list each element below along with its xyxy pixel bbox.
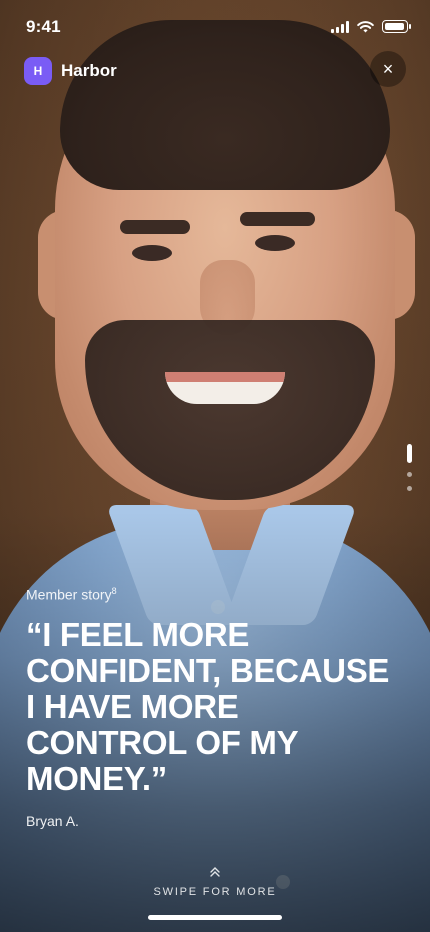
smile-shape xyxy=(165,372,285,404)
app-title: Harbor xyxy=(61,61,117,80)
home-indicator[interactable] xyxy=(148,915,282,920)
signal-icon xyxy=(331,20,349,33)
chevrons-up-icon xyxy=(0,865,430,880)
pager-dot[interactable] xyxy=(407,472,412,477)
brow-right xyxy=(240,212,315,226)
pager-dot[interactable] xyxy=(407,486,412,491)
eye-left xyxy=(132,245,172,261)
close-icon: × xyxy=(382,58,394,79)
story-quote: “I FEEL MORE CONFIDENT, BECAUSE I HAVE M… xyxy=(26,615,390,797)
close-button[interactable]: × xyxy=(370,51,406,87)
battery-icon xyxy=(382,20,411,33)
swipe-hint[interactable]: SWIPE FOR MORE xyxy=(0,865,430,898)
eye-right xyxy=(255,235,295,251)
eyebrow-label: Member story xyxy=(26,586,112,603)
story-screen[interactable]: 9:41 H Harbor × Member story8 “I FEEL MO… xyxy=(0,0,430,932)
status-icons xyxy=(331,20,411,33)
status-bar: 9:41 xyxy=(0,0,430,50)
app-header: H Harbor × xyxy=(24,51,406,87)
pager-dot-active[interactable] xyxy=(407,444,412,463)
story-eyebrow: Member story8 xyxy=(26,586,404,603)
brow-left xyxy=(120,220,190,234)
wifi-icon xyxy=(357,20,374,32)
swipe-label: SWIPE FOR MORE xyxy=(153,886,277,898)
story-author: Bryan A. xyxy=(26,812,79,829)
story-pager xyxy=(407,444,412,491)
harbor-logo: H xyxy=(24,57,52,85)
footnote-marker[interactable]: 8 xyxy=(112,586,117,596)
status-time: 9:41 xyxy=(26,17,61,36)
member-story: Member story8 “I FEEL MORE CONFIDENT, BE… xyxy=(26,586,404,829)
